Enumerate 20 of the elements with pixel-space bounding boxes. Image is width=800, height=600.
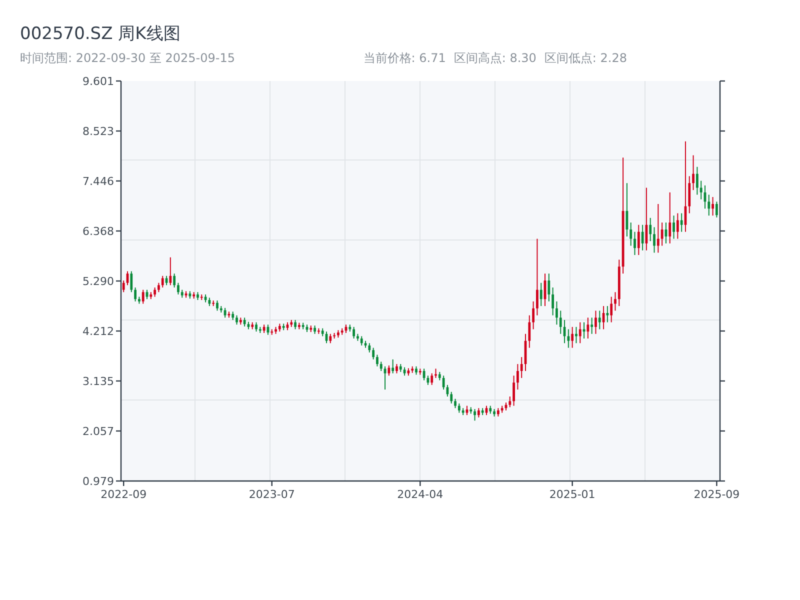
x-tick-label: 2025-01 <box>549 488 596 501</box>
y-tick-label: 3.135 <box>82 374 114 388</box>
candle <box>716 201 718 218</box>
y-tick-label: 8.523 <box>82 125 114 138</box>
y-tick-label: 6.368 <box>82 225 114 238</box>
x-tick-label: 2024-04 <box>397 488 444 501</box>
y-tick-label: 9.601 <box>82 75 114 88</box>
x-tick-label: 2023-07 <box>248 488 295 501</box>
x-tick-label: 2025-09 <box>694 488 740 501</box>
stat-text: 当前价格: 6.71 <box>363 50 446 66</box>
x-tick-label: 2022-09 <box>100 488 147 501</box>
y-tick-label: 0.979 <box>82 475 114 488</box>
date-range: 时间范围: 2022-09-30 至 2025-09-15 <box>20 50 235 66</box>
y-tick-label: 7.446 <box>82 174 114 188</box>
chart-title: 002570.SZ 周K线图 <box>20 23 182 46</box>
y-tick-label: 2.057 <box>82 425 114 438</box>
stat-text: 区间低点: 2.28 <box>544 50 627 66</box>
y-tick-label: 5.290 <box>82 275 114 288</box>
stat-text: 区间高点: 8.30 <box>454 50 536 66</box>
y-tick-label: 4.212 <box>82 325 114 338</box>
